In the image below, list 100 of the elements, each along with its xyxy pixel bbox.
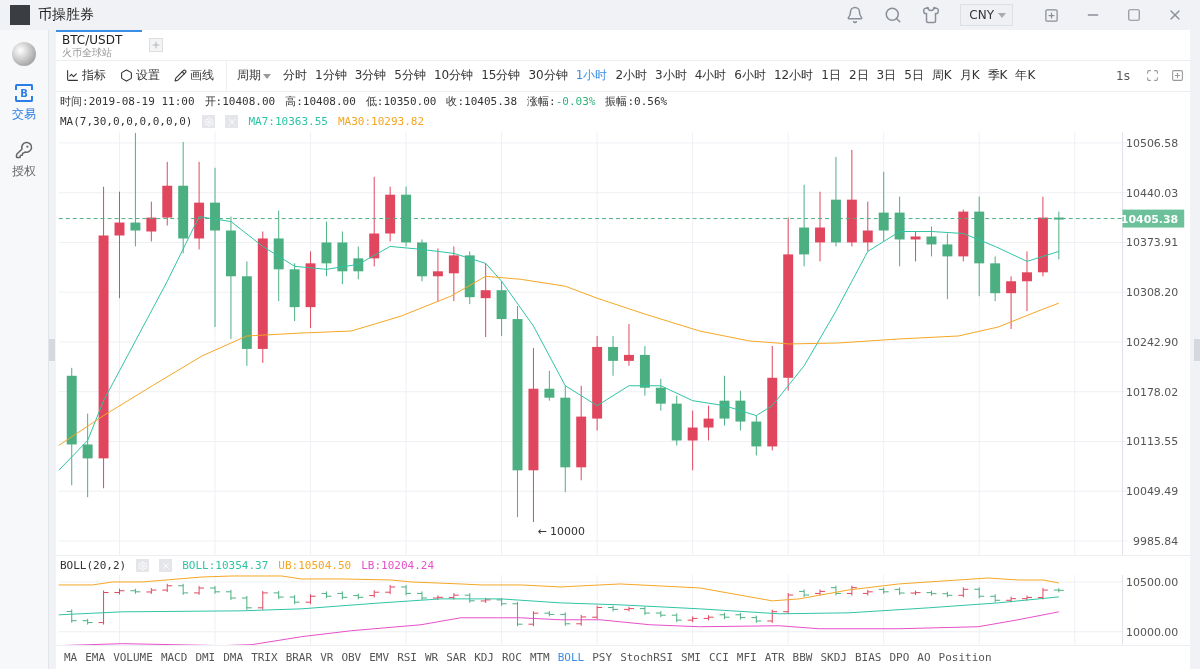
ohlc-value: 高:10408.00	[285, 94, 356, 110]
close-icon[interactable]	[159, 559, 173, 573]
indicator-tab[interactable]: EMV	[365, 651, 394, 665]
indicator-tab[interactable]: TRIX	[247, 651, 282, 665]
ohlc-bar	[1005, 596, 1017, 604]
indicator-tab[interactable]: VR	[316, 651, 338, 665]
maximize-icon[interactable]	[1127, 8, 1141, 22]
indicator-tab[interactable]: ATR	[760, 651, 789, 665]
ohlc-bar	[910, 590, 922, 596]
indicator-value: MA30:10293.82	[337, 115, 425, 129]
period-button[interactable]: 3分钟	[350, 67, 391, 85]
chart-tab[interactable]: BTC/USDT 火币全球站	[56, 30, 142, 60]
ohlc-bar	[527, 611, 539, 628]
period-button[interactable]: 3小时	[651, 67, 691, 85]
indicator-tab[interactable]: VOLUME	[109, 651, 157, 665]
ohlc-bar	[209, 586, 221, 595]
period-button[interactable]: 1小时	[571, 67, 612, 85]
indicator-tab[interactable]: BBW	[788, 651, 817, 665]
add-tab-button[interactable]	[149, 37, 163, 52]
indicator-tab[interactable]: BRAR	[281, 651, 317, 665]
toolbar-button[interactable]: 设置	[116, 67, 164, 85]
bell-icon[interactable]	[846, 6, 865, 24]
indicator-tab[interactable]: OBV	[337, 651, 366, 665]
period-button[interactable]: 6小时	[730, 67, 770, 85]
ohlc-bar	[655, 611, 667, 619]
indicator-tab[interactable]: MFI	[732, 651, 761, 665]
period-button[interactable]: 5分钟	[390, 67, 430, 85]
indicator-tab[interactable]: Position	[934, 651, 996, 665]
indicator-tab[interactable]: MA	[60, 651, 82, 665]
period-button[interactable]: 月K	[955, 67, 984, 85]
indicator-tab[interactable]: RSI	[393, 651, 421, 665]
shirt-icon[interactable]	[922, 6, 941, 24]
ohlc-bar	[559, 612, 571, 627]
period-button[interactable]: 15分钟	[477, 67, 525, 85]
indicator-value: LB:10204.24	[361, 559, 435, 573]
ohlc-bar	[687, 616, 699, 624]
period-button[interactable]: 2日	[844, 67, 873, 85]
indicator-tab[interactable]: StochRSI	[616, 651, 678, 665]
indicator-tab[interactable]: EMA	[81, 651, 110, 665]
ohlc-bar	[941, 591, 953, 599]
indicator-tab[interactable]: SKDJ	[816, 651, 851, 665]
indicator-tab[interactable]: KDJ	[470, 651, 498, 665]
period-button[interactable]: 12小时	[769, 67, 818, 85]
indicator-tab[interactable]: ROC	[498, 651, 526, 665]
refresh-interval[interactable]: 1s	[1116, 68, 1130, 83]
collapse-handle[interactable]	[1194, 338, 1200, 361]
period-button[interactable]: 5日	[900, 67, 928, 85]
ohlc-value: 涨幅:-0.03%	[527, 94, 596, 110]
sidebar-item[interactable]: 授权	[12, 141, 36, 180]
ohlc-bar	[575, 614, 587, 627]
candle	[1022, 250, 1032, 312]
candle	[958, 208, 969, 262]
period-dropdown[interactable]: 周期	[233, 67, 279, 85]
indicator-tab[interactable]: CCI	[705, 651, 733, 665]
candle	[751, 414, 762, 456]
indicator-tab[interactable]: DMA	[219, 651, 248, 665]
period-button[interactable]: 1日	[817, 67, 845, 85]
settings-icon[interactable]	[202, 115, 216, 129]
indicator-tab[interactable]: DPO	[885, 651, 914, 665]
ohlc-value: 收:10405.38	[446, 94, 518, 110]
indicator-tab[interactable]: DMI	[191, 651, 220, 665]
indicator-tab[interactable]: SAR	[442, 651, 471, 665]
period-button[interactable]: 1分钟	[311, 67, 351, 85]
period-button[interactable]: 30分钟	[524, 67, 572, 85]
indicator-tab[interactable]: SMI	[677, 651, 705, 665]
settings-icon[interactable]	[136, 559, 150, 573]
indicator-tab[interactable]: MACD	[156, 651, 192, 665]
indicator-tab[interactable]: BIAS	[851, 651, 886, 665]
toolbar-button[interactable]: 指标	[62, 67, 110, 85]
period-button[interactable]: 季K	[983, 67, 1012, 85]
candle	[639, 345, 650, 396]
currency-select[interactable]: CNY	[960, 4, 1013, 26]
ohlc-bar	[1021, 595, 1033, 602]
candle	[942, 232, 953, 300]
indicator-tab[interactable]: MTM	[525, 651, 554, 665]
ohlc-bar	[814, 589, 826, 597]
toolbar-button[interactable]: 画线	[170, 67, 218, 85]
period-button[interactable]: 年K	[1011, 67, 1040, 85]
ohlc-bar	[591, 605, 603, 621]
period-button[interactable]: 3日	[872, 67, 901, 85]
ohlc-bar	[766, 609, 778, 624]
candle	[162, 161, 173, 226]
indicator-tab[interactable]: WR	[421, 651, 443, 665]
period-button[interactable]: 10分钟	[429, 67, 478, 85]
period-button[interactable]: 分时	[279, 67, 311, 85]
period-button[interactable]: 周K	[927, 67, 956, 85]
indicator-tab[interactable]: PSY	[588, 651, 617, 665]
search-icon[interactable]	[884, 6, 903, 24]
restore-icon[interactable]	[1044, 7, 1059, 23]
ohlc-bar	[129, 588, 141, 595]
sidebar-item[interactable]: B 交易	[12, 84, 36, 123]
ohlc-bar	[830, 585, 842, 597]
period-button[interactable]: 2小时	[611, 67, 652, 85]
ohlc-bar	[289, 595, 301, 606]
indicator-tab[interactable]: AO	[913, 651, 935, 665]
candle	[1006, 275, 1017, 330]
ohlc-bar	[750, 615, 762, 624]
collapse-handle[interactable]	[49, 338, 55, 361]
period-button[interactable]: 4小时	[690, 67, 731, 85]
close-icon[interactable]	[225, 115, 239, 129]
